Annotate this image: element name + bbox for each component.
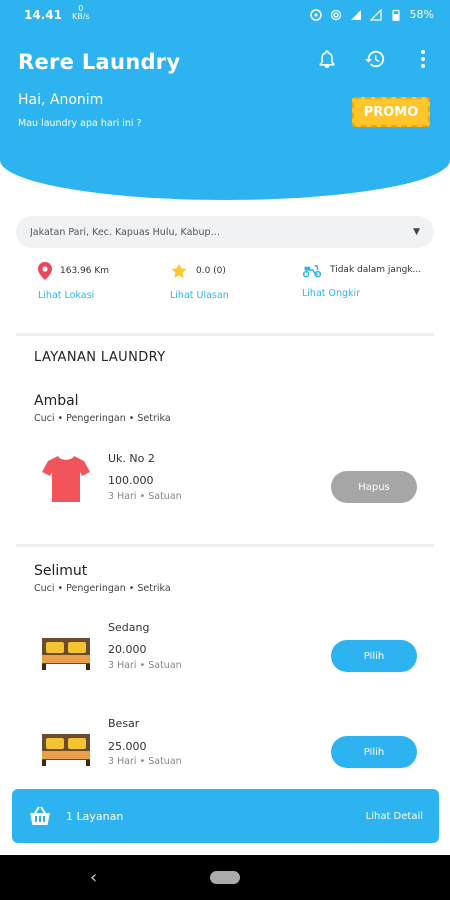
select-button[interactable]: Pilih (331, 736, 417, 768)
status-icons: 58% (309, 8, 434, 21)
status-bar: 14.41 0 KB/s 58% (0, 0, 450, 32)
address-text: Jakatan Pari, Kec. Kapuas Hulu, Kabupate… (30, 226, 225, 238)
item-price: 25.000 (108, 740, 147, 753)
item-price: 100.000 (108, 474, 154, 487)
item-name: Sedang (108, 621, 150, 634)
more-menu-button[interactable] (410, 46, 436, 72)
battery-icon (391, 9, 400, 21)
system-nav-bar: ‹ (0, 855, 450, 900)
item-name: Uk. No 2 (108, 452, 155, 465)
cart-count: 1 Layanan (66, 809, 124, 823)
view-reviews-link[interactable]: Lihat Ulasan (170, 290, 229, 301)
bed-icon (42, 734, 90, 766)
status-time: 14.41 (24, 8, 62, 22)
bed-icon (42, 638, 90, 670)
greeting: Hai, Anonim (18, 92, 104, 108)
item-price: 20.000 (108, 643, 147, 656)
item-meta: 3 Hari • Satuan (108, 491, 182, 502)
remove-button[interactable]: Hapus (331, 471, 417, 503)
basket-icon (30, 806, 50, 825)
divider (16, 333, 434, 336)
more-vert-icon (421, 50, 425, 68)
rating-value: 0.0 (0) (196, 266, 226, 276)
network-speed: 0 KB/s (72, 4, 90, 21)
group-subtitle-ambal: Cuci • Pengeringan • Setrika (34, 413, 171, 424)
divider (16, 544, 434, 547)
view-detail-link[interactable]: Lihat Detail (366, 811, 423, 822)
item-meta: 3 Hari • Satuan (108, 660, 182, 671)
group-title-selimut: Selimut (34, 563, 88, 579)
signal-icon (350, 9, 361, 20)
chevron-down-icon: ▼ (413, 227, 420, 237)
group-title-ambal: Ambal (34, 393, 79, 409)
scooter-icon (302, 265, 322, 278)
delivery-info: Tidak dalam jangk... Lihat Ongkir (302, 262, 421, 299)
star-icon (171, 263, 187, 278)
hotspot-icon (330, 9, 341, 20)
view-shipping-link[interactable]: Lihat Ongkir (302, 288, 421, 299)
history-icon (364, 50, 385, 68)
group-subtitle-selimut: Cuci • Pengeringan • Setrika (34, 583, 171, 594)
signal-icon-2 (369, 8, 382, 21)
section-title: LAYANAN LAUNDRY (34, 350, 166, 365)
battery-level: 58% (409, 8, 434, 21)
view-location-link[interactable]: Lihat Lokasi (38, 290, 109, 301)
greeting-subtitle: Mau laundry apa hari ini ? (18, 118, 142, 129)
app-title: Rere Laundry (18, 50, 181, 74)
location-pin-icon (38, 262, 52, 280)
home-pill[interactable] (210, 871, 240, 884)
history-button[interactable] (362, 46, 388, 72)
select-button[interactable]: Pilih (331, 640, 417, 672)
item-name: Besar (108, 717, 140, 730)
promo-button[interactable]: PROMO (352, 97, 430, 127)
bell-icon (319, 50, 335, 69)
tshirt-icon (42, 456, 90, 502)
rating-info: 0.0 (0) Lihat Ulasan (170, 262, 229, 301)
distance-info: 163.96 Km Lihat Lokasi (38, 262, 109, 301)
cart-summary-bar[interactable]: 1 Layanan Lihat Detail (12, 789, 439, 843)
address-selector[interactable]: Jakatan Pari, Kec. Kapuas Hulu, Kabupate… (16, 216, 434, 248)
data-saver-icon (309, 8, 322, 21)
delivery-value: Tidak dalam jangk... (330, 265, 422, 275)
item-meta: 3 Hari • Satuan (108, 756, 182, 767)
back-icon[interactable]: ‹ (90, 867, 97, 888)
notification-button[interactable] (314, 46, 340, 72)
distance-value: 163.96 Km (60, 266, 110, 276)
header-actions (314, 46, 436, 72)
